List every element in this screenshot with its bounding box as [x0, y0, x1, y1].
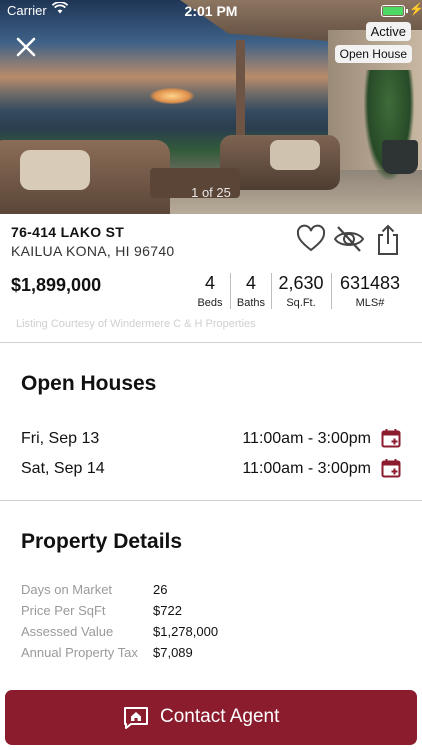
photo-pillar	[236, 40, 245, 150]
address-city: KAILUA KONA, HI 96740	[11, 243, 175, 259]
stat-beds: 4 Beds	[194, 273, 226, 309]
stat-sqft: 2,630 Sq.Ft.	[274, 273, 328, 309]
open-houses-title: Open Houses	[21, 372, 157, 395]
listing-courtesy: Listing Courtesy of Windermere C & H Pro…	[16, 318, 256, 330]
photo-counter: 1 of 25	[191, 185, 231, 200]
open-house-day: Sat, Sep 14	[21, 460, 105, 477]
listing-photo[interactable]	[0, 0, 422, 214]
listing-price: $1,899,000	[11, 275, 102, 295]
divider	[230, 273, 231, 309]
calendar-add-icon[interactable]	[381, 428, 401, 448]
heart-icon	[296, 224, 326, 252]
detail-label: Assessed Value	[21, 624, 114, 639]
close-button[interactable]	[12, 33, 40, 61]
section-divider	[0, 500, 422, 501]
stat-value: 2,630	[278, 273, 324, 293]
share-icon	[378, 224, 398, 255]
detail-value: 26	[153, 582, 168, 597]
stat-label: Baths	[236, 297, 266, 309]
detail-label: Price Per SqFt	[21, 603, 106, 618]
status-bar: Carrier 2:01 PM ⚡	[0, 0, 422, 22]
hide-listing-button[interactable]	[333, 224, 365, 256]
chat-home-icon	[124, 707, 148, 729]
share-button[interactable]	[373, 224, 405, 256]
status-badge: Active	[365, 22, 411, 41]
divider	[331, 273, 332, 309]
detail-value: $722	[153, 603, 182, 618]
property-details-title: Property Details	[21, 530, 183, 553]
detail-value: $1,278,000	[153, 624, 219, 639]
favorite-button[interactable]	[296, 224, 328, 256]
photo-cushion-2	[270, 140, 320, 170]
open-house-time: 11:00am - 3:00pm	[242, 460, 371, 477]
open-house-badge: Open House	[334, 45, 412, 63]
stat-mls: 631483 MLS#	[334, 273, 406, 309]
detail-label: Annual Property Tax	[21, 645, 138, 660]
stat-baths: 4 Baths	[233, 273, 269, 309]
photo-pot	[382, 140, 418, 174]
stat-label: Beds	[197, 297, 223, 309]
divider	[271, 273, 272, 309]
address-street: 76-414 LAKO ST	[11, 224, 125, 240]
stat-label: Sq.Ft.	[286, 297, 316, 309]
stat-label: MLS#	[355, 297, 385, 309]
detail-value: $7,089	[153, 645, 193, 660]
contact-agent-label: Contact Agent	[160, 706, 280, 727]
contact-agent-button[interactable]: Contact Agent	[5, 690, 417, 745]
stat-value: 631483	[339, 273, 401, 293]
battery-icon	[381, 5, 408, 17]
charging-icon: ⚡	[409, 2, 422, 16]
open-house-time: 11:00am - 3:00pm	[242, 430, 371, 447]
photo-cushion	[20, 150, 90, 190]
hide-icon	[333, 226, 365, 252]
section-divider	[0, 342, 422, 343]
calendar-add-icon[interactable]	[381, 458, 401, 478]
open-house-day: Fri, Sep 13	[21, 430, 100, 447]
clock: 2:01 PM	[184, 3, 238, 19]
close-icon	[16, 37, 36, 57]
photo-sunset	[150, 88, 194, 104]
stat-value: 4	[245, 273, 256, 293]
stat-value: 4	[204, 273, 215, 293]
detail-label: Days on Market	[21, 582, 113, 597]
